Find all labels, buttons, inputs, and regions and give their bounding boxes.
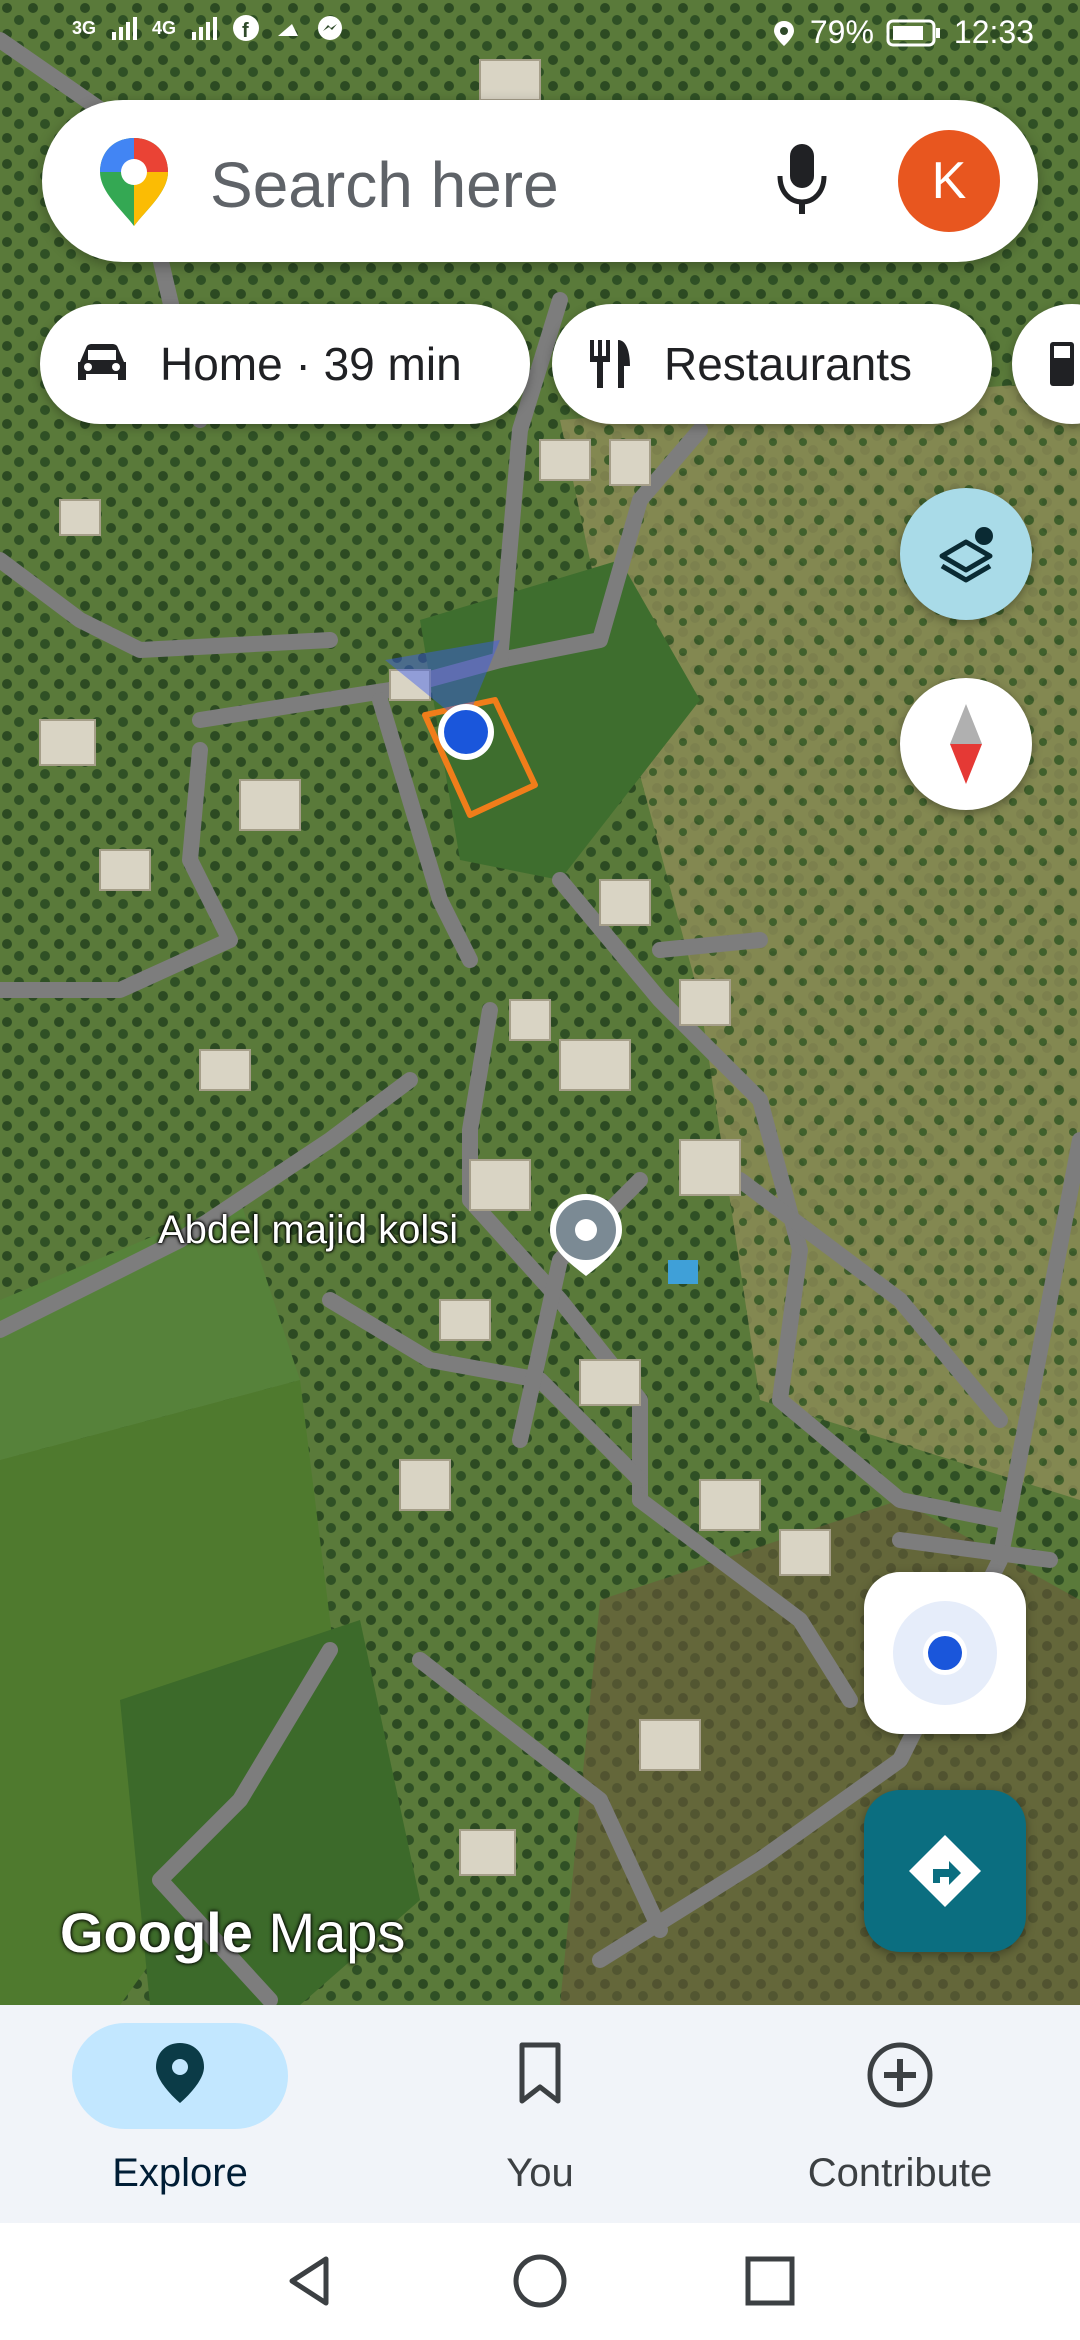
chip-label: Restaurants — [664, 338, 913, 390]
home-icon[interactable] — [512, 2253, 568, 2309]
status-bar: 3G 4G f 79% 12:33 — [0, 0, 1080, 72]
back-icon[interactable] — [282, 2253, 338, 2309]
directions-icon — [909, 1835, 981, 1907]
system-navigation-bar — [0, 2223, 1080, 2340]
account-avatar[interactable]: K — [898, 130, 1000, 232]
fork-knife-icon — [586, 336, 634, 392]
my-location-button[interactable] — [864, 1572, 1026, 1734]
location-status-icon — [773, 20, 794, 46]
my-location-icon — [893, 1601, 997, 1705]
recents-icon[interactable] — [742, 2253, 798, 2309]
search-input[interactable]: Search here — [210, 148, 559, 222]
battery-icon — [886, 19, 940, 46]
battery-percent: 79% — [809, 14, 874, 50]
bookmark-icon — [360, 2041, 720, 2105]
google-maps-pin-icon — [96, 134, 172, 235]
network-3g-label: 3G — [72, 17, 97, 38]
car-icon — [74, 340, 130, 388]
signal-icon — [192, 17, 218, 40]
weather-icon — [278, 24, 299, 36]
compass-icon — [950, 704, 982, 784]
microphone-icon[interactable] — [772, 140, 832, 225]
layers-icon — [939, 527, 993, 583]
restaurants-chip[interactable]: Restaurants — [552, 304, 992, 424]
nav-explore[interactable]: Explore — [0, 2005, 360, 2223]
nav-label: You — [506, 2151, 574, 2195]
nav-label: Contribute — [807, 2151, 993, 2195]
nav-contribute[interactable]: Contribute — [720, 2005, 1080, 2223]
svg-text:f: f — [242, 20, 249, 42]
compass-button[interactable] — [900, 678, 1032, 810]
place-label[interactable]: Abdel majid kolsi — [158, 1208, 458, 1253]
messenger-icon — [318, 16, 343, 40]
nav-label: Explore — [112, 2151, 248, 2195]
google-maps-logo: Google Maps — [60, 1901, 406, 1964]
search-bar[interactable]: Search here K — [42, 100, 1038, 262]
add-circle-icon — [720, 2041, 1080, 2109]
layers-button[interactable] — [900, 488, 1032, 620]
current-location-dot — [410, 688, 530, 813]
facebook-icon: f — [233, 15, 260, 42]
directions-button[interactable] — [864, 1790, 1026, 1952]
chip-label: Home · 39 min — [160, 338, 462, 390]
clock: 12:33 — [953, 14, 1034, 50]
place-marker-icon[interactable] — [546, 1190, 626, 1285]
network-4g-label: 4G — [152, 17, 177, 38]
home-shortcut-chip[interactable]: Home · 39 min — [40, 304, 530, 424]
nav-you[interactable]: You — [360, 2005, 720, 2223]
signal-icon — [112, 17, 138, 40]
location-pin-icon — [0, 2041, 360, 2105]
bottom-navigation: Explore You Contribute — [0, 2005, 1080, 2223]
gas-station-icon — [1046, 338, 1080, 390]
